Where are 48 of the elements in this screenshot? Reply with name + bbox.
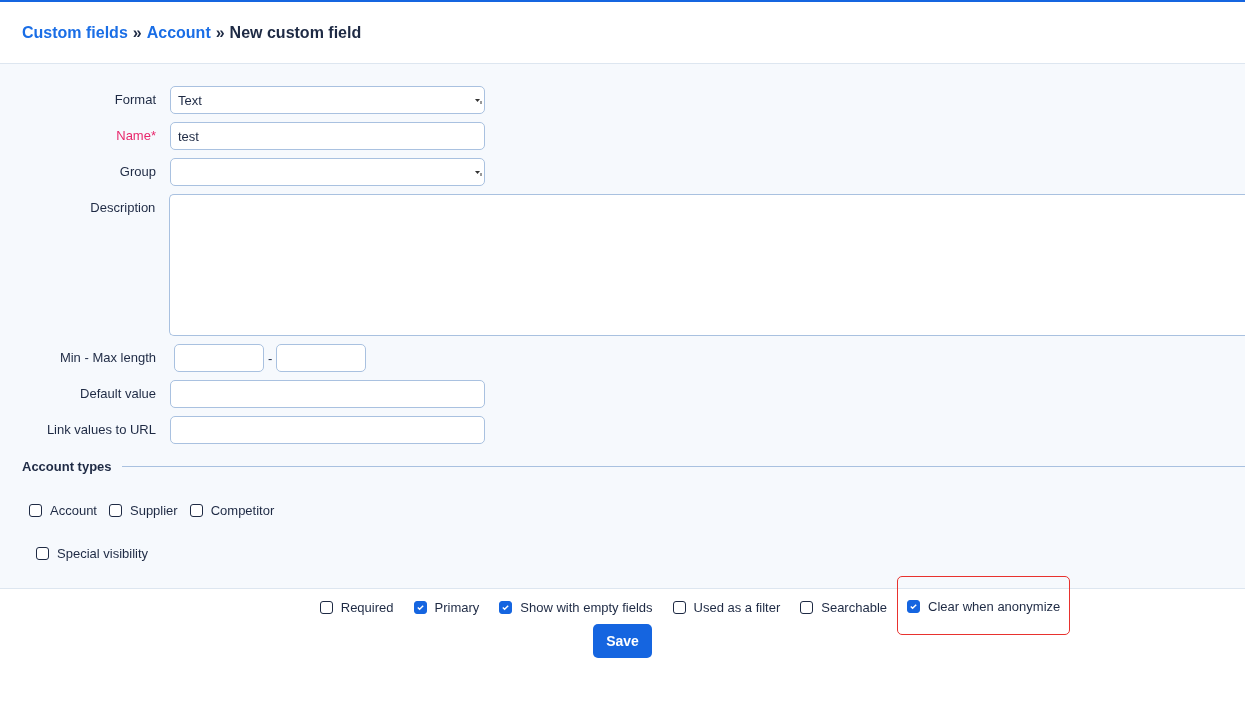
check-icon [415, 603, 425, 612]
checkbox-label: Primary [434, 600, 480, 615]
checkbox[interactable] [29, 504, 42, 517]
breadcrumb-separator: » [215, 23, 225, 42]
checkbox[interactable] [907, 600, 920, 613]
checkbox-label: Searchable [821, 600, 887, 615]
breadcrumb-separator: » [132, 23, 142, 42]
field-label: Group [118, 163, 157, 181]
checkbox[interactable] [189, 504, 203, 517]
section-title: Account types [22, 459, 112, 474]
caret-icon [474, 170, 482, 176]
field-label: Link values to URL [45, 421, 157, 439]
input-field[interactable]: test [170, 122, 485, 150]
checkbox-label: Special visibility [57, 546, 149, 561]
checkbox-label: Supplier [130, 503, 178, 518]
input-field[interactable] [170, 416, 485, 444]
max-input-field[interactable] [276, 344, 367, 372]
checkbox-label: Show with empty fields [520, 600, 653, 615]
save-button[interactable]: Save [593, 624, 652, 658]
check-icon [501, 603, 511, 612]
breadcrumb-link[interactable]: Custom fields [22, 23, 128, 42]
range-separator: - [268, 350, 273, 366]
checkbox-label: Account [50, 503, 97, 518]
caret-icon [474, 98, 482, 104]
field-label: Format [113, 91, 157, 109]
field-label: Description [89, 199, 157, 217]
checkbox[interactable] [109, 504, 122, 517]
min-input-field[interactable] [174, 344, 264, 372]
input-field[interactable] [170, 380, 485, 408]
field-label: Default value [79, 385, 157, 403]
field-label: Min - Max length [58, 349, 157, 367]
checkbox[interactable] [319, 601, 333, 614]
checkbox[interactable] [800, 601, 814, 614]
check-icon [909, 602, 918, 611]
checkbox-label: Competitor [210, 503, 275, 518]
checkbox-label: Used as a filter [693, 600, 781, 615]
checkbox[interactable] [36, 547, 49, 560]
checkbox-label: Clear when anonymize [928, 599, 1061, 614]
page-title: New custom field [229, 23, 362, 42]
select-field[interactable]: Text [170, 86, 485, 114]
checkbox[interactable] [499, 601, 513, 614]
select-field[interactable] [170, 158, 485, 186]
textarea-field[interactable] [169, 194, 1245, 336]
checkbox[interactable] [413, 601, 427, 614]
breadcrumb-link[interactable]: Account [146, 23, 211, 42]
field-label: Name* [115, 127, 157, 145]
checkbox[interactable] [672, 601, 686, 614]
checkbox-label: Required [340, 600, 394, 615]
